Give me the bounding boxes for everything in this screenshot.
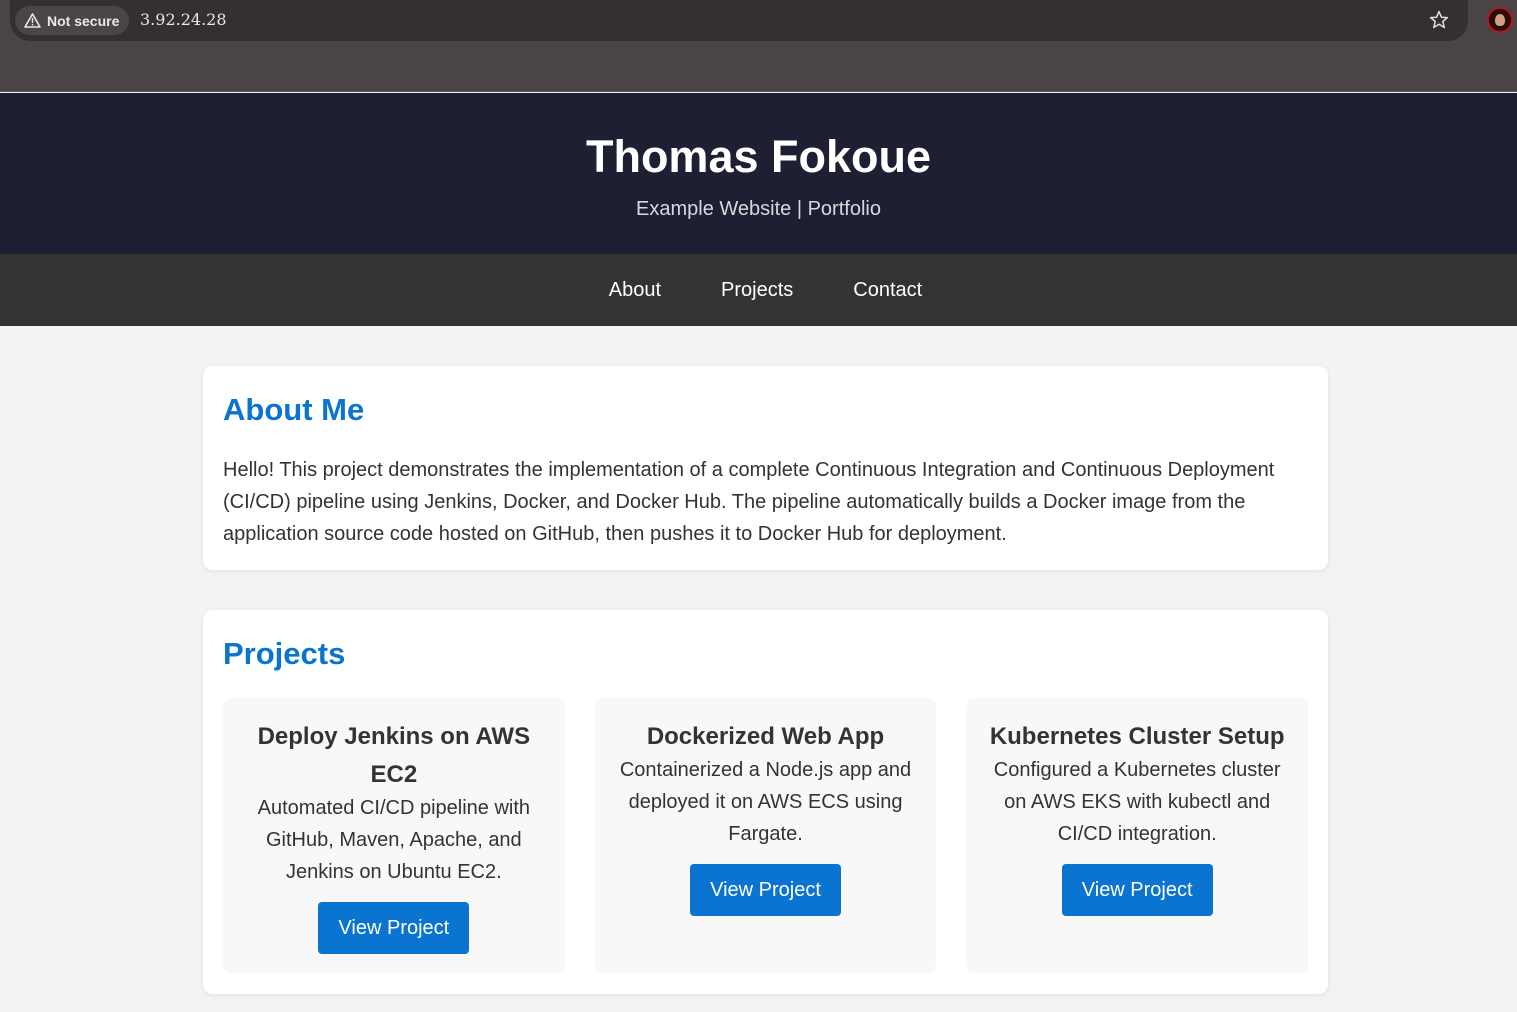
main-nav: About Projects Contact [0,254,1517,326]
view-project-button[interactable]: View Project [318,902,470,954]
project-card-kubernetes: Kubernetes Cluster Setup Configured a Ku… [966,698,1309,973]
project-description: Containerized a Node.js app and deployed… [619,759,912,845]
site-header: Thomas Fokoue Example Website | Portfoli… [0,93,1517,254]
project-description: Configured a Kubernetes cluster on AWS E… [993,759,1281,845]
view-project-button[interactable]: View Project [690,864,841,916]
about-text: Hello! This project demonstrates the imp… [223,459,1275,545]
project-description: Automated CI/CD pipeline with GitHub, Ma… [257,797,531,883]
page-title: Thomas Fokoue [585,131,932,182]
project-card-jenkins: Deploy Jenkins on AWS EC2 Automated CI/C… [223,698,565,973]
project-title: Kubernetes Cluster Setup [989,723,1285,750]
projects-heading: Projects [223,636,346,671]
browser-toolbar: Not secure 3.92.24.28 [0,0,1517,92]
avatar[interactable] [1487,7,1513,33]
project-grid: Deploy Jenkins on AWS EC2 Automated CI/C… [223,698,1309,973]
about-heading: About Me [223,392,365,427]
page-subtitle: Example Website | Portfolio [636,198,881,220]
nav-link-about[interactable]: About [609,278,661,302]
warning-triangle-icon [24,13,41,28]
project-title: Deploy Jenkins on AWS EC2 [257,723,531,788]
about-section: About Me Hello! This project demonstrate… [203,366,1328,570]
url-text[interactable]: 3.92.24.28 [140,10,227,29]
security-indicator[interactable]: Not secure [15,6,130,35]
address-bar[interactable]: Not secure 3.92.24.28 [10,0,1468,41]
project-card-docker: Dockerized Web App Containerized a Node.… [594,698,937,973]
projects-section: Projects Deploy Jenkins on AWS EC2 Autom… [203,610,1328,994]
project-title: Dockerized Web App [646,723,885,750]
nav-link-contact[interactable]: Contact [853,278,922,302]
security-label: Not secure [47,12,120,29]
star-icon[interactable] [1428,9,1450,31]
nav-link-projects[interactable]: Projects [721,278,793,302]
view-project-button[interactable]: View Project [1061,864,1213,916]
